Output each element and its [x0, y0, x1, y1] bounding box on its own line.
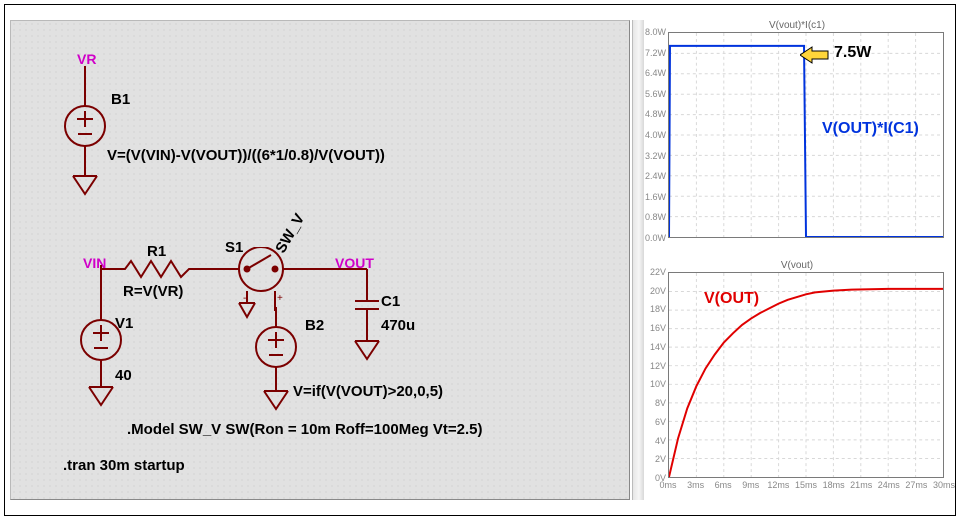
- plot-power-title: V(vout)*I(c1): [644, 20, 950, 31]
- xtick: 9ms: [742, 480, 759, 490]
- source-b1-symbol: [55, 66, 115, 206]
- trace-label-vout: V(OUT): [704, 290, 759, 308]
- ytick: 16V: [644, 323, 666, 333]
- trace-label-power: V(OUT)*I(C1): [822, 120, 919, 138]
- xtick: 15ms: [795, 480, 817, 490]
- ytick: 0.0W: [644, 233, 666, 243]
- comp-label-c1: C1: [381, 293, 400, 310]
- xtick: 6ms: [715, 480, 732, 490]
- ytick: 2.4W: [644, 171, 666, 181]
- source-v1-symbol: [71, 265, 131, 415]
- ytick: 4.0W: [644, 130, 666, 140]
- value-v1: 40: [115, 367, 132, 384]
- ytick: 12V: [644, 361, 666, 371]
- xtick: 0ms: [659, 480, 676, 490]
- ytick: 6V: [644, 417, 666, 427]
- value-b1: V=(V(VIN)-V(VOUT))/((6*1/0.8)/V(VOUT)): [107, 147, 385, 164]
- callout-7p5w: 7.5W: [834, 44, 871, 62]
- ytick: 14V: [644, 342, 666, 352]
- ytick: 18V: [644, 304, 666, 314]
- value-c1: 470u: [381, 317, 415, 334]
- plot-vout-title: V(vout): [644, 260, 950, 271]
- comp-label-v1: V1: [115, 315, 133, 332]
- value-r1: R=V(VR): [123, 283, 183, 300]
- source-b2-symbol: [246, 307, 306, 417]
- ytick: 5.6W: [644, 89, 666, 99]
- ytick: 8V: [644, 398, 666, 408]
- ytick: 6.4W: [644, 68, 666, 78]
- ytick: 7.2W: [644, 48, 666, 58]
- xtick: 21ms: [850, 480, 872, 490]
- svg-text:+: +: [277, 293, 283, 304]
- plot-power: V(vout)*I(c1): [644, 20, 950, 260]
- waveform-panel: V(vout)*I(c1): [644, 20, 950, 500]
- ytick: 20V: [644, 286, 666, 296]
- value-b2: V=if(V(VOUT)>20,0,5): [293, 383, 443, 400]
- ytick: 22V: [644, 267, 666, 277]
- ytick: 8.0W: [644, 27, 666, 37]
- spice-tran-directive: .tran 30m startup: [63, 457, 185, 474]
- ytick: 10V: [644, 379, 666, 389]
- xtick: 24ms: [878, 480, 900, 490]
- resistor-r1-symbol: [101, 257, 221, 281]
- net-label-vr: VR: [77, 51, 96, 67]
- arrow-icon: [800, 46, 830, 64]
- ytick: 4V: [644, 436, 666, 446]
- schematic-panel: VR B1 V=(V(VIN)-V(VOUT))/((6*1/0.8)/V(VO…: [10, 20, 630, 500]
- ytick: 3.2W: [644, 151, 666, 161]
- ytick: 0.8W: [644, 212, 666, 222]
- ytick: 2V: [644, 454, 666, 464]
- xtick: 12ms: [767, 480, 789, 490]
- xtick: 18ms: [823, 480, 845, 490]
- plot-vout: V(vout) V(OUT) 0V2V4V6V8V10V12V14: [644, 260, 950, 500]
- xtick: 30ms: [933, 480, 955, 490]
- xtick: 3ms: [687, 480, 704, 490]
- xtick: 27ms: [905, 480, 927, 490]
- ytick: 1.6W: [644, 192, 666, 202]
- svg-text:-: -: [243, 293, 246, 304]
- spice-model-directive: .Model SW_V SW(Ron = 10m Roff=100Meg Vt=…: [127, 421, 483, 438]
- ytick: 4.8W: [644, 109, 666, 119]
